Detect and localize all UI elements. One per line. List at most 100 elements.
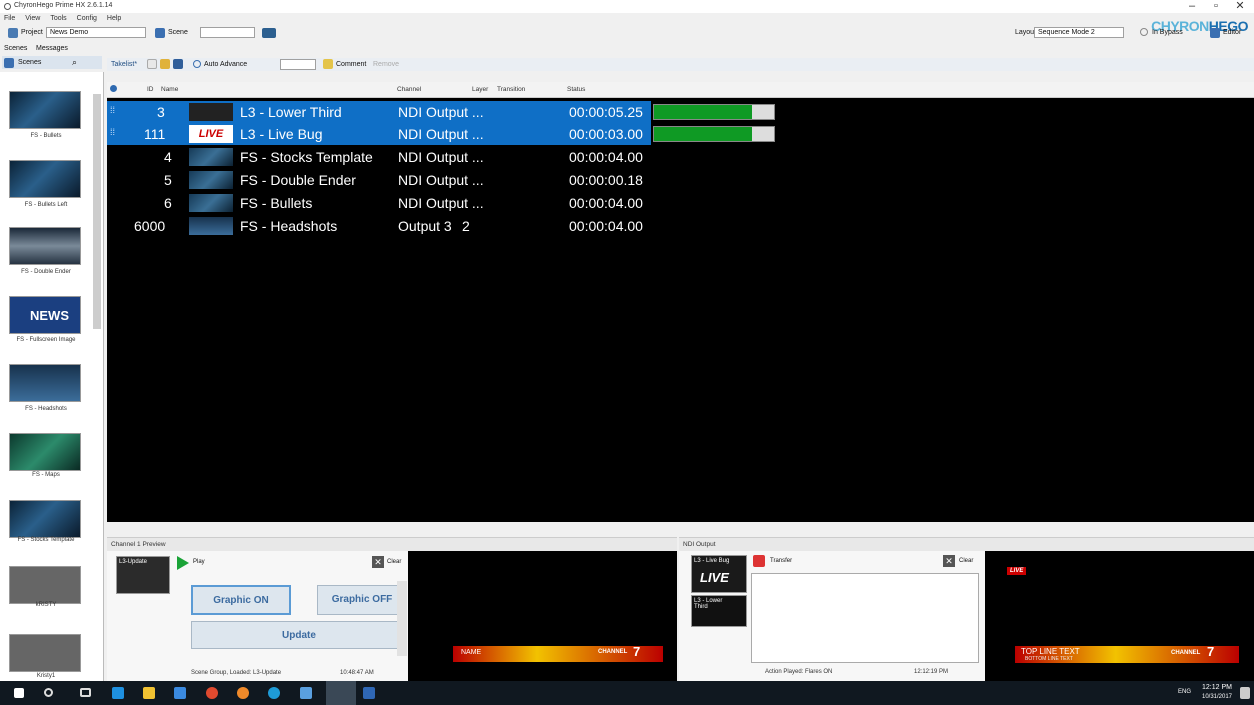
scene-label: Kristy1 xyxy=(36,673,56,679)
comment-label[interactable]: Comment xyxy=(336,61,366,68)
scene-thumb-kristy[interactable] xyxy=(9,566,81,604)
graphic-off-button[interactable]: Graphic OFF xyxy=(317,585,407,615)
col-name[interactable]: Name xyxy=(161,86,178,93)
col-channel[interactable]: Channel xyxy=(397,86,421,93)
table-row[interactable]: ⁞⁞ 111 LIVE L3 - Live Bug NDI Output ...… xyxy=(107,123,1254,145)
takelist-tab[interactable]: Takelist* xyxy=(111,61,137,68)
maximize-icon[interactable]: ▫ xyxy=(1205,0,1227,13)
col-status[interactable]: Status xyxy=(567,86,585,93)
scene-thumb-stocks-template[interactable] xyxy=(9,500,81,538)
table-row[interactable]: 6 FS - Bullets NDI Output ... 00:00:04.0… xyxy=(107,192,1254,214)
task-view-icon[interactable] xyxy=(80,688,91,697)
row-name: FS - Double Ender xyxy=(240,172,356,188)
editor-icon[interactable] xyxy=(1210,28,1220,38)
scene-thumb-kristy1[interactable] xyxy=(9,634,81,672)
col-layer[interactable]: Layer xyxy=(472,86,488,93)
graphic-on-button[interactable]: Graphic ON xyxy=(191,585,291,615)
drag-handle-icon[interactable]: ⁞⁞ xyxy=(110,127,115,137)
open-icon[interactable] xyxy=(160,59,170,69)
drag-handle-icon[interactable]: ⁞⁞ xyxy=(110,105,115,115)
close-icon[interactable]: ✕ xyxy=(1229,0,1251,13)
comment-icon[interactable] xyxy=(323,59,333,69)
scene-input[interactable] xyxy=(200,27,255,38)
takelist-toolbar: Takelist* Auto Advance Comment Remove xyxy=(107,58,1254,71)
clock-time[interactable]: 12:12 PM xyxy=(1199,684,1235,691)
explorer-icon[interactable] xyxy=(143,687,155,699)
edge-icon[interactable] xyxy=(112,687,124,699)
auto-advance-label[interactable]: Auto Advance xyxy=(204,61,247,68)
scenes-dropdown[interactable]: Scenes ⌕ xyxy=(2,56,102,69)
menu-file[interactable]: File xyxy=(4,15,15,22)
preview-time: 10:48:47 AM xyxy=(340,670,374,676)
chrome-icon[interactable] xyxy=(206,687,218,699)
scene-label: FS - Headshots xyxy=(25,406,67,412)
store-icon[interactable] xyxy=(174,687,186,699)
col-id[interactable]: ID xyxy=(147,86,154,93)
save-icon[interactable] xyxy=(173,59,183,69)
menu-tools[interactable]: Tools xyxy=(50,15,66,22)
clear-icon[interactable]: ✕ xyxy=(943,555,955,567)
clear-icon[interactable]: ✕ xyxy=(372,556,384,568)
auto-advance-icon[interactable] xyxy=(193,60,201,68)
preview-thumb[interactable]: L3-Update xyxy=(116,556,170,594)
firefox-icon[interactable] xyxy=(237,687,249,699)
layout-select[interactable]: Sequence Mode 2 xyxy=(1034,27,1124,38)
app-icon[interactable] xyxy=(300,687,312,699)
table-row[interactable]: 6000 FS - Headshots Output 3 2 00:00:04.… xyxy=(107,215,1254,237)
update-button[interactable]: Update xyxy=(191,621,407,649)
minimize-icon[interactable]: – xyxy=(1181,0,1203,13)
clock-date[interactable]: 10/31/2017 xyxy=(1197,694,1237,700)
play-icon[interactable] xyxy=(177,556,189,570)
new-icon[interactable] xyxy=(147,59,157,69)
menu-help[interactable]: Help xyxy=(107,15,121,22)
menu-config[interactable]: Config xyxy=(77,15,97,22)
scene-find-icon[interactable] xyxy=(262,28,276,38)
language-indicator[interactable]: ENG xyxy=(1178,689,1191,695)
output-thumb-live-bug[interactable]: L3 - Live Bug LIVE xyxy=(691,555,747,593)
output-thumb-lower-third[interactable]: L3 - Lower Third xyxy=(691,595,747,627)
takelist-header: ID Name Channel Layer Transition Status xyxy=(107,82,1254,98)
scene-thumb-bullets[interactable] xyxy=(9,91,81,129)
search-icon[interactable] xyxy=(44,688,53,697)
menu-view[interactable]: View xyxy=(25,15,40,22)
layout-label: Layout xyxy=(1015,29,1037,36)
project-select[interactable]: News Demo xyxy=(46,27,146,38)
app-icon[interactable] xyxy=(363,687,375,699)
preview-status: Scene Group, Loaded: L3-Update xyxy=(191,670,282,676)
output-list[interactable] xyxy=(751,573,979,663)
row-status: 00:00:04.00 xyxy=(569,149,643,165)
editor-label[interactable]: Editor xyxy=(1223,29,1241,36)
tab-messages[interactable]: Messages xyxy=(36,45,68,52)
active-app-icon[interactable] xyxy=(326,681,356,705)
notification-icon[interactable] xyxy=(1240,687,1250,699)
table-row[interactable]: 5 FS - Double Ender NDI Output ... 00:00… xyxy=(107,169,1254,191)
transfer-label[interactable]: Transfer xyxy=(770,558,792,564)
search-icon[interactable]: ⌕ xyxy=(72,57,77,68)
row-channel: NDI Output ... xyxy=(398,172,484,188)
bypass-label[interactable]: In Bypass xyxy=(1152,29,1183,36)
info-icon xyxy=(110,85,117,92)
row-progress xyxy=(653,126,775,142)
play-label[interactable]: Play xyxy=(193,559,205,565)
bypass-icon[interactable] xyxy=(1140,28,1148,36)
skype-icon[interactable] xyxy=(268,687,280,699)
scene-thumb-double-ender[interactable] xyxy=(9,227,81,265)
output-clear-label[interactable]: Clear xyxy=(959,558,973,564)
tab-scenes[interactable]: Scenes xyxy=(4,45,27,52)
output-panel-header: NDI Output xyxy=(679,537,1254,551)
scene-list-scrollbar[interactable] xyxy=(93,94,101,329)
scene-thumb-maps[interactable] xyxy=(9,433,81,471)
auto-advance-input[interactable] xyxy=(280,59,316,70)
preview-monitor: NAME CHANNEL 7 xyxy=(408,551,677,681)
scene-thumb-bullets-left[interactable] xyxy=(9,160,81,198)
transfer-icon[interactable] xyxy=(753,555,765,567)
col-transition[interactable]: Transition xyxy=(497,86,525,93)
start-icon[interactable] xyxy=(14,688,24,698)
scene-thumb-headshots[interactable] xyxy=(9,364,81,402)
table-row[interactable]: 4 FS - Stocks Template NDI Output ... 00… xyxy=(107,146,1254,168)
table-row[interactable]: ⁞⁞ 3 L3 - Lower Third NDI Output ... 00:… xyxy=(107,101,1254,123)
scene-thumb-fullscreen-image[interactable]: NEWS xyxy=(9,296,81,334)
preview-scrollbar[interactable] xyxy=(397,581,407,656)
remove-label[interactable]: Remove xyxy=(373,61,399,68)
clear-label[interactable]: Clear xyxy=(387,559,401,565)
